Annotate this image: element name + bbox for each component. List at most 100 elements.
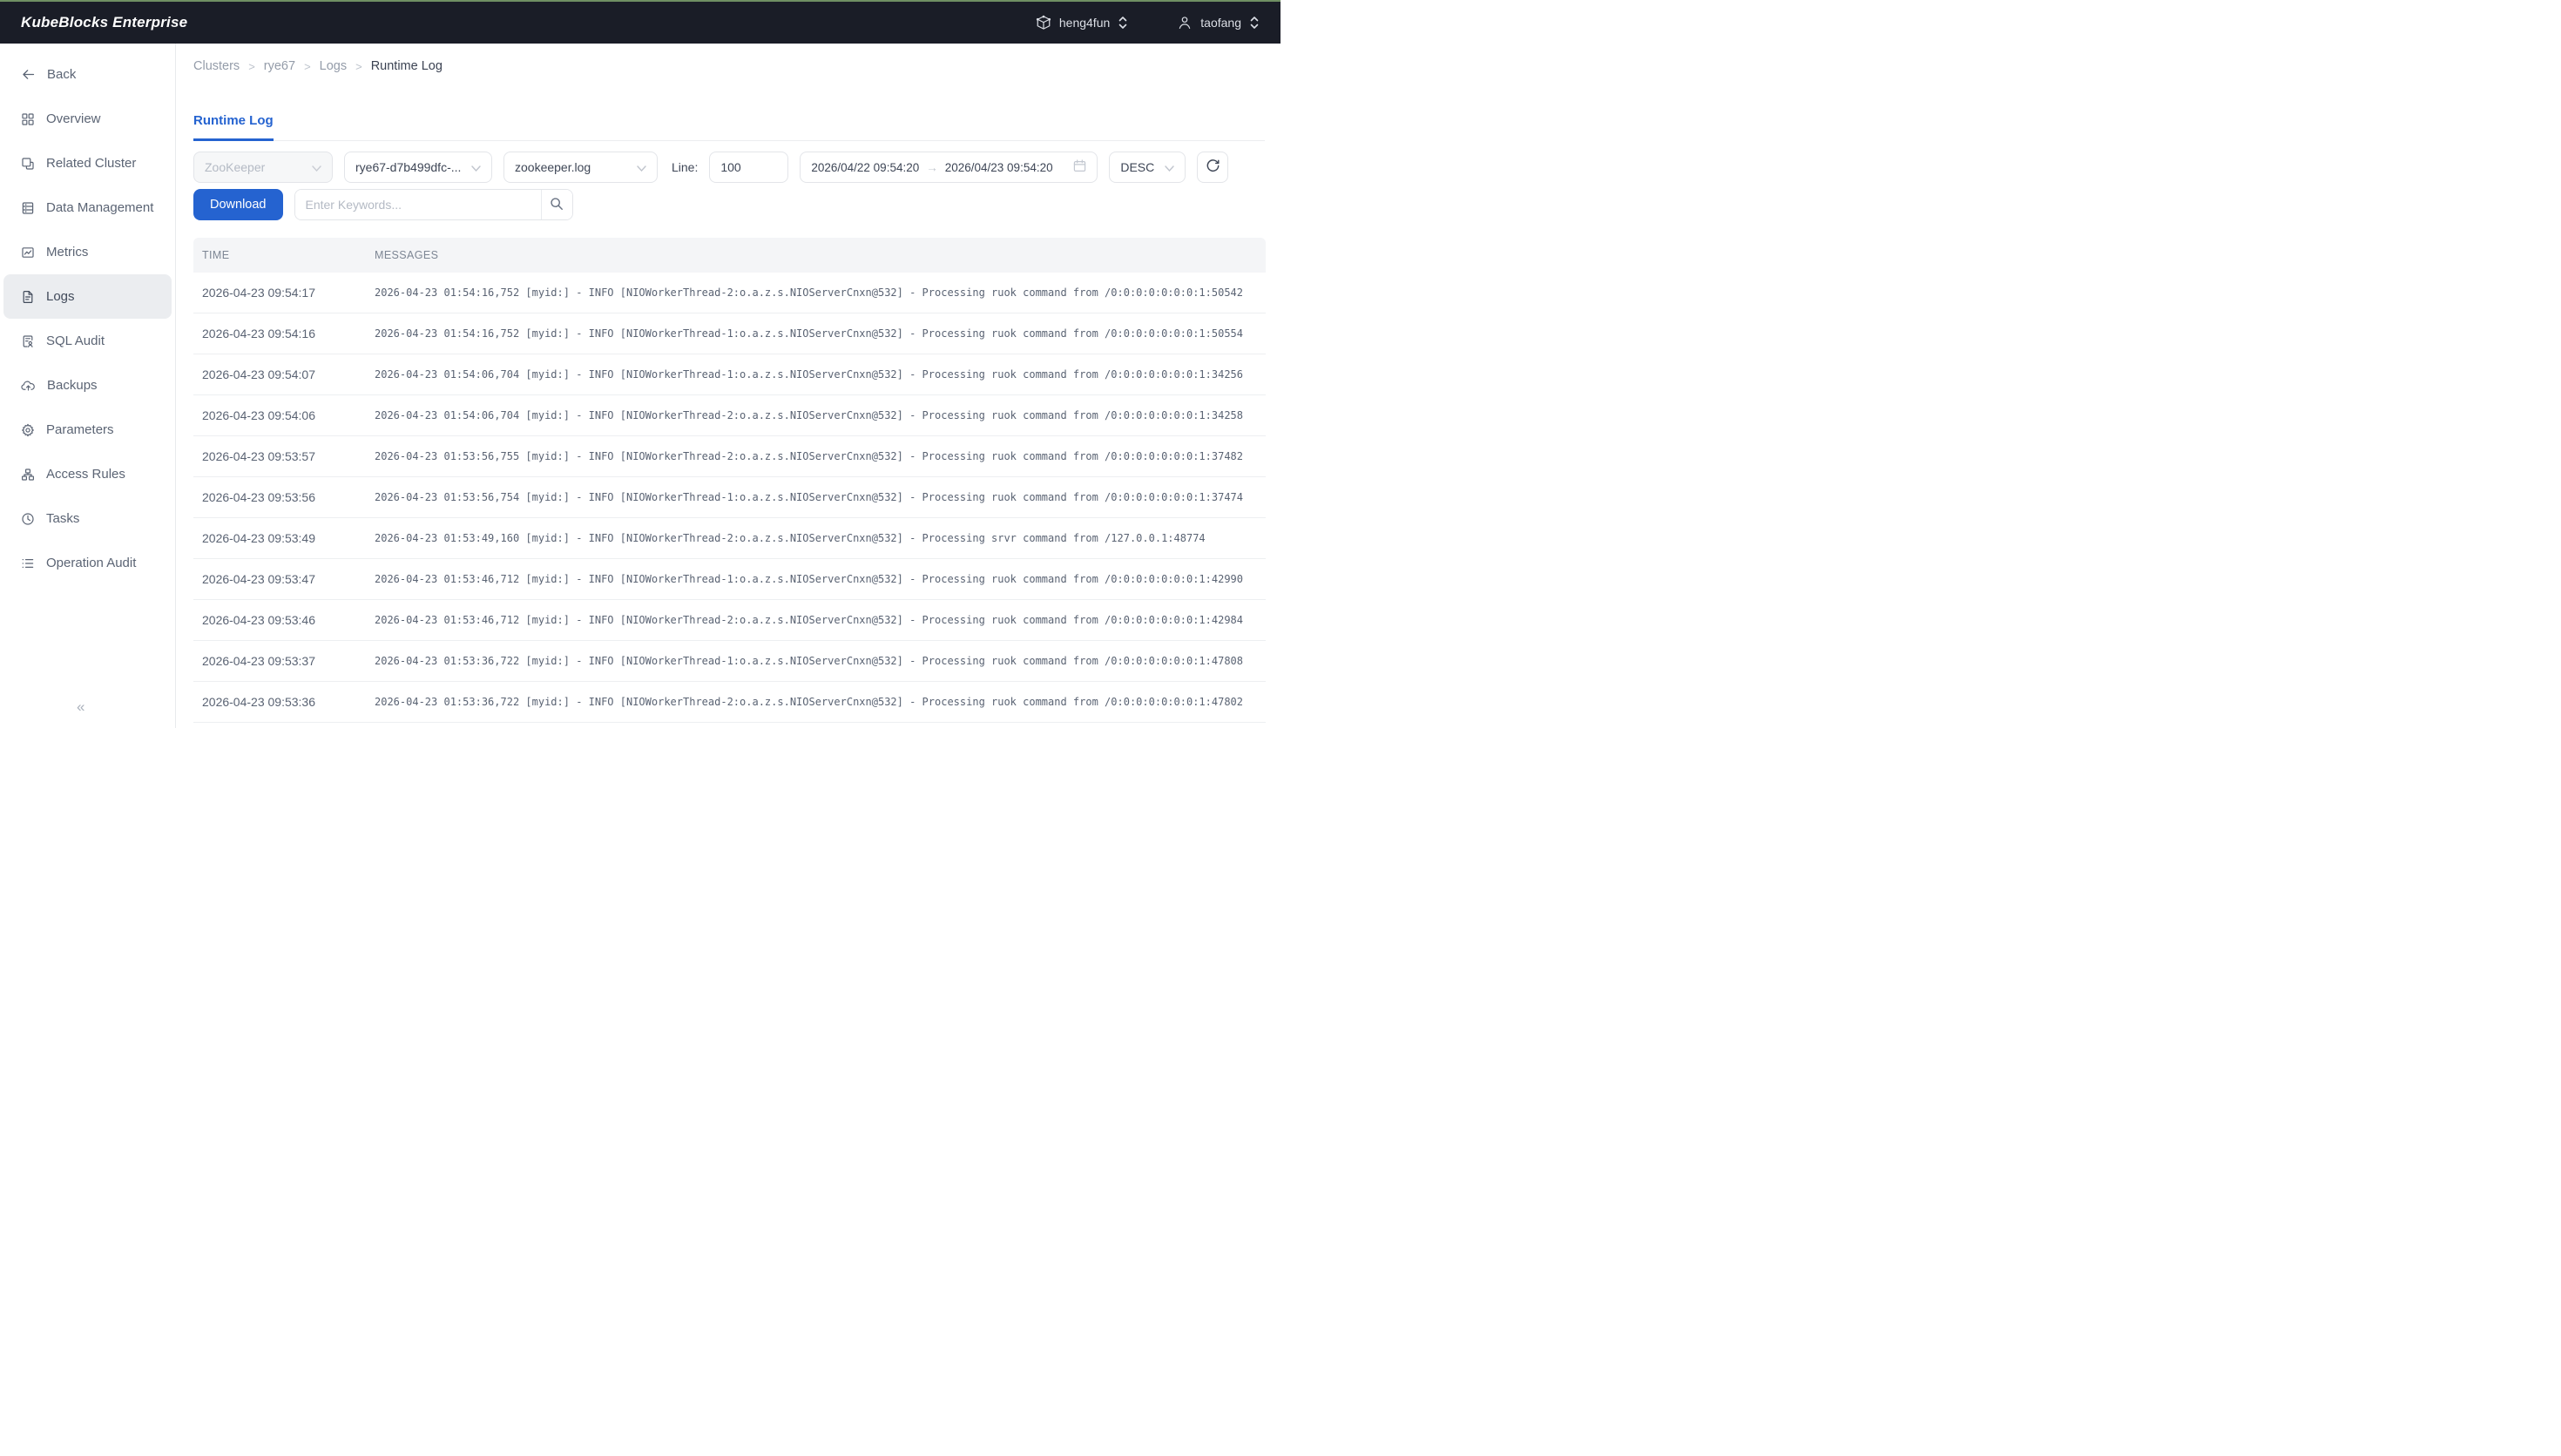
chevron-up-down-icon: [1249, 16, 1260, 30]
sidebar-item-label: Operation Audit: [46, 556, 136, 570]
chevron-down-icon: [312, 160, 321, 174]
keyword-search-input[interactable]: [295, 190, 541, 219]
main-content: Clusters > rye67 > Logs > Runtime Log Runtime …: [176, 44, 1280, 728]
log-time-cell: 2026-04-23 09:53:56: [193, 490, 375, 504]
pod-select-value: rye67-d7b499dfc-...: [355, 160, 461, 174]
sidebar-item-backups[interactable]: Backups: [3, 363, 172, 408]
component-select[interactable]: ZooKeeper: [193, 152, 333, 183]
sidebar-item-logs[interactable]: Logs: [3, 274, 172, 319]
sort-order-select[interactable]: DESC: [1109, 152, 1186, 183]
breadcrumb-separator: >: [248, 60, 255, 73]
arrow-left-icon: [21, 67, 36, 82]
breadcrumb-item-logs[interactable]: Logs: [320, 59, 347, 73]
log-time-cell: 2026-04-23 09:54:16: [193, 327, 375, 340]
sidebar-item-operation-audit[interactable]: Operation Audit: [3, 541, 172, 585]
log-file-select[interactable]: zookeeper.log: [503, 152, 658, 183]
download-button[interactable]: Download: [193, 189, 283, 220]
log-row: 2026-04-23 09:54:072026-04-23 01:54:06,7…: [193, 354, 1266, 395]
log-message-cell: 2026-04-23 01:53:36,722 [myid:] - INFO […: [375, 696, 1266, 708]
log-message-cell: 2026-04-23 01:54:06,704 [myid:] - INFO […: [375, 368, 1266, 381]
chevron-up-down-icon: [1118, 16, 1128, 30]
server-icon: [21, 201, 35, 215]
app-logo: KubeBlocks Enterprise: [21, 14, 187, 31]
sidebar-item-label: Backups: [47, 378, 98, 393]
line-label: Line:: [672, 160, 698, 174]
pod-select[interactable]: rye67-d7b499dfc-...: [344, 152, 492, 183]
log-message-cell: 2026-04-23 01:54:16,752 [myid:] - INFO […: [375, 327, 1266, 340]
sidebar-item-label: SQL Audit: [46, 334, 105, 348]
log-row: 2026-04-23 09:54:172026-04-23 01:54:16,7…: [193, 273, 1266, 313]
chart-icon: [21, 246, 35, 260]
keyword-search: [294, 189, 573, 220]
breadcrumb-item-rye67[interactable]: rye67: [264, 59, 295, 73]
sort-order-value: DESC: [1120, 160, 1154, 174]
log-row: 2026-04-23 09:53:372026-04-23 01:53:36,7…: [193, 641, 1266, 682]
log-message-cell: 2026-04-23 01:53:56,755 [myid:] - INFO […: [375, 450, 1266, 462]
log-row: 2026-04-23 09:54:162026-04-23 01:54:16,7…: [193, 313, 1266, 354]
document-icon: [21, 290, 35, 304]
breadcrumb-item-runtime-log: Runtime Log: [371, 59, 443, 73]
log-table-header: TIME MESSAGES: [193, 238, 1266, 273]
person-icon: [1177, 15, 1193, 30]
column-header-time: TIME: [193, 249, 375, 261]
sidebar-item-sql-audit[interactable]: SQL Audit: [3, 319, 172, 363]
search-button[interactable]: [541, 190, 572, 219]
sidebar-item-label: Data Management: [46, 200, 153, 215]
breadcrumb-item-clusters[interactable]: Clusters: [193, 59, 240, 73]
log-time-cell: 2026-04-23 09:53:36: [193, 695, 375, 709]
org-name: heng4fun: [1059, 16, 1110, 30]
refresh-button[interactable]: [1197, 152, 1228, 183]
log-time-cell: 2026-04-23 09:53:47: [193, 572, 375, 586]
log-row: 2026-04-23 09:53:572026-04-23 01:53:56,7…: [193, 436, 1266, 477]
log-time-cell: 2026-04-23 09:54:06: [193, 408, 375, 422]
log-time-cell: 2026-04-23 09:53:37: [193, 654, 375, 668]
sidebar-item-parameters[interactable]: Parameters: [3, 408, 172, 452]
list-icon: [21, 556, 35, 570]
sidebar-collapse-button[interactable]: «: [77, 698, 84, 716]
breadcrumb-separator: >: [304, 60, 311, 73]
line-count-input[interactable]: [709, 152, 788, 183]
sidebar-item-label: Back: [47, 67, 76, 82]
log-time-cell: 2026-04-23 09:53:57: [193, 449, 375, 463]
log-message-cell: 2026-04-23 01:54:06,704 [myid:] - INFO […: [375, 409, 1266, 421]
tab-runtime-log[interactable]: Runtime Log: [193, 113, 274, 141]
sidebar: Back Overview Related Cluster Data Manageme…: [0, 44, 176, 728]
sidebar-item-related-cluster[interactable]: Related Cluster: [3, 141, 172, 185]
sidebar-item-metrics[interactable]: Metrics: [3, 230, 172, 274]
filter-row: ZooKeeper rye67-d7b499dfc-... zookeeper.…: [193, 152, 1265, 183]
doc-person-icon: [21, 334, 35, 348]
log-row: 2026-04-23 09:53:362026-04-23 01:53:36,7…: [193, 682, 1266, 723]
log-message-cell: 2026-04-23 01:53:46,712 [myid:] - INFO […: [375, 614, 1266, 626]
log-message-cell: 2026-04-23 01:53:36,722 [myid:] - INFO […: [375, 655, 1266, 667]
breadcrumb: Clusters > rye67 > Logs > Runtime Log: [193, 57, 1265, 75]
tab-bar: Runtime Log: [193, 113, 1265, 141]
sidebar-item-label: Logs: [46, 289, 75, 304]
sidebar-item-back[interactable]: Back: [3, 52, 172, 97]
grid-icon: [21, 112, 35, 126]
chevron-down-icon: [637, 160, 646, 174]
date-range-picker[interactable]: 2026/04/22 09:54:20 → 2026/04/23 09:54:2…: [800, 152, 1098, 183]
cloud-upload-icon: [21, 379, 36, 393]
app-header: KubeBlocks Enterprise heng4fun taofang: [0, 2, 1280, 44]
chevron-down-icon: [471, 160, 481, 174]
log-message-cell: 2026-04-23 01:53:49,160 [myid:] - INFO […: [375, 532, 1266, 544]
log-row: 2026-04-23 09:53:562026-04-23 01:53:56,7…: [193, 477, 1266, 518]
sidebar-item-access-rules[interactable]: Access Rules: [3, 452, 172, 496]
log-row: 2026-04-23 09:53:492026-04-23 01:53:49,1…: [193, 518, 1266, 559]
org-selector[interactable]: heng4fun: [1036, 15, 1128, 30]
sidebar-item-tasks[interactable]: Tasks: [3, 496, 172, 541]
sidebar-item-label: Related Cluster: [46, 156, 136, 171]
cube-icon: [1036, 15, 1051, 30]
user-selector[interactable]: taofang: [1177, 15, 1260, 30]
log-file-select-value: zookeeper.log: [515, 160, 591, 174]
log-message-cell: 2026-04-23 01:53:46,712 [myid:] - INFO […: [375, 573, 1266, 585]
hierarchy-icon: [21, 468, 35, 482]
log-table: TIME MESSAGES 2026-04-23 09:54:172026-04…: [193, 238, 1266, 723]
sidebar-item-label: Access Rules: [46, 467, 125, 482]
sidebar-item-overview[interactable]: Overview: [3, 97, 172, 141]
gear-icon: [21, 423, 35, 437]
log-table-body: 2026-04-23 09:54:172026-04-23 01:54:16,7…: [193, 273, 1266, 723]
breadcrumb-separator: >: [355, 60, 362, 73]
sidebar-item-data-management[interactable]: Data Management: [3, 185, 172, 230]
log-time-cell: 2026-04-23 09:53:46: [193, 613, 375, 627]
